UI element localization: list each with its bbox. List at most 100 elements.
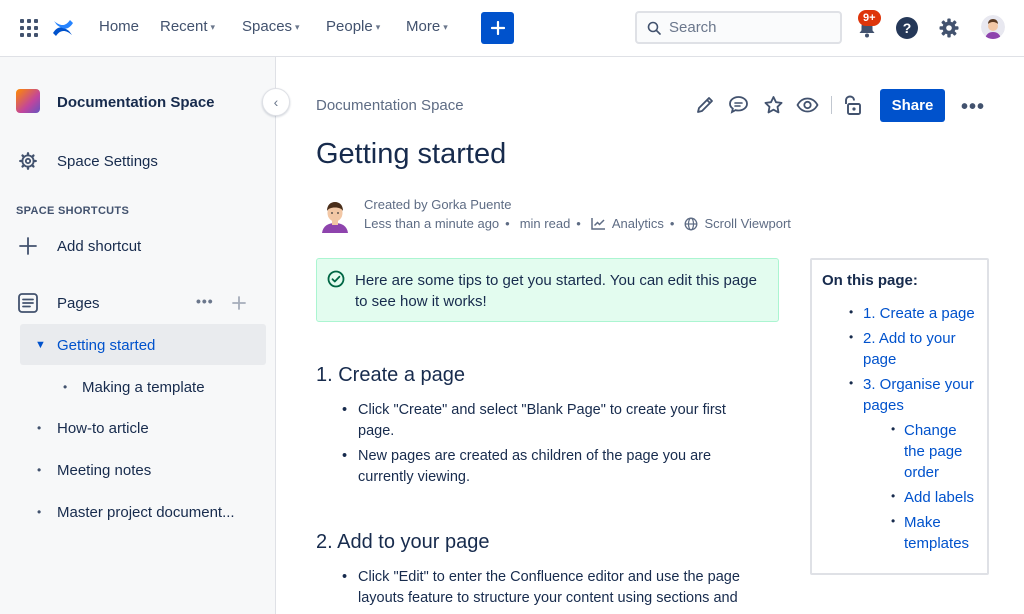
search-input[interactable]: Search [635, 11, 842, 44]
sidebar-item-label: How-to article [57, 419, 149, 437]
toc-link[interactable]: Change the page order [904, 420, 970, 483]
page-meta: Less than a minute ago • min read • Anal… [364, 216, 791, 231]
bullet-icon: • [891, 422, 896, 436]
bullet-icon: • [37, 421, 42, 435]
nav-home[interactable]: Home [99, 18, 139, 35]
chevron-down-icon: ▾ [375, 21, 381, 32]
nav-spaces-label: Spaces [242, 18, 293, 35]
created-by-text: Created by Gorka Puente [364, 197, 512, 212]
page-timestamp: Less than a minute ago [364, 216, 500, 231]
toc-link[interactable]: 2. Add to your page [863, 328, 973, 370]
user-avatar[interactable] [981, 15, 1005, 39]
sidebar-item-master-project-document[interactable]: • Master project document... [0, 501, 276, 523]
sidebar: Documentation Space Space Settings SPACE… [0, 57, 276, 614]
share-button[interactable]: Share [880, 89, 945, 122]
nav-more-label: More [406, 18, 441, 35]
collapse-sidebar-button[interactable]: ‹ [262, 88, 290, 116]
pages-more-actions-icon[interactable]: ••• [196, 293, 214, 309]
tip-panel: Here are some tips to get you started. Y… [316, 258, 779, 322]
globe-icon [685, 217, 698, 230]
nav-recent-label: Recent [160, 18, 208, 35]
chevron-down-icon[interactable]: ▼ [35, 339, 46, 351]
list-item: Click "Create" and select "Blank Page" t… [340, 400, 760, 442]
sidebar-item-meeting-notes[interactable]: • Meeting notes [0, 459, 276, 481]
nav-home-label: Home [99, 18, 140, 35]
confluence-logo-icon[interactable] [51, 16, 75, 40]
bullet-icon: • [37, 505, 42, 519]
nav-recent[interactable]: Recent ▾ [160, 18, 215, 35]
separator-dot: • [505, 216, 510, 231]
sidebar-item-getting-started[interactable]: ▼ Getting started [0, 334, 276, 356]
bullet-icon: • [891, 514, 896, 528]
chevron-down-icon: ▾ [443, 21, 448, 32]
notification-badge: 9+ [858, 10, 881, 26]
toc-link[interactable]: Add labels [904, 487, 984, 508]
add-shortcut-button[interactable]: Add shortcut [0, 235, 276, 257]
bullet-icon: • [849, 376, 854, 390]
more-actions-icon[interactable]: ••• [961, 96, 985, 119]
analytics-chart-icon [591, 218, 605, 230]
nav-more[interactable]: More ▾ [406, 18, 448, 35]
comment-icon[interactable] [728, 95, 749, 115]
toc-title: On this page: [822, 272, 918, 289]
add-page-plus-icon[interactable] [232, 296, 246, 310]
sidebar-item-label: Meeting notes [57, 461, 152, 479]
plus-icon [490, 21, 505, 35]
help-icon[interactable]: ? [896, 17, 918, 39]
toc-link[interactable]: 3. Organise your pages [863, 374, 983, 416]
pages-document-icon [18, 293, 38, 313]
check-circle-icon [327, 270, 345, 288]
edit-pencil-icon[interactable] [695, 95, 715, 115]
space-name[interactable]: Documentation Space [57, 94, 215, 111]
space-shortcuts-heading: SPACE SHORTCUTS [16, 205, 130, 217]
star-icon[interactable] [763, 95, 784, 115]
search-icon [647, 21, 661, 35]
sidebar-item-label: Master project document... [57, 503, 235, 521]
author-avatar[interactable] [320, 199, 350, 233]
page-title: Getting started [316, 138, 507, 170]
separator-dot: • [576, 216, 581, 231]
bullet-icon: • [849, 330, 854, 344]
create-button[interactable] [481, 12, 514, 44]
toolbar-divider [831, 96, 832, 114]
breadcrumb[interactable]: Documentation Space [316, 97, 464, 114]
list-item: New pages are created as children of the… [340, 446, 760, 488]
search-placeholder: Search [669, 19, 717, 36]
chevron-left-icon: ‹ [273, 94, 279, 110]
sidebar-item-label: Add shortcut [57, 237, 142, 255]
top-navigation: Home Recent ▾ Spaces ▾ People ▾ More ▾ Searc… [0, 0, 1024, 57]
unlock-restrictions-icon[interactable] [843, 94, 863, 116]
chevron-down-icon: ▾ [295, 21, 300, 32]
plus-icon [19, 237, 37, 255]
bullet-icon: • [891, 489, 896, 503]
settings-gear-icon [19, 152, 37, 170]
section-list: Click "Edit" to enter the Confluence edi… [340, 567, 760, 613]
nav-spaces[interactable]: Spaces ▾ [242, 18, 300, 35]
space-logo-icon[interactable] [16, 89, 40, 113]
toc-link[interactable]: 1. Create a page [863, 303, 983, 324]
settings-gear-icon[interactable] [938, 17, 960, 39]
sidebar-item-how-to-article[interactable]: • How-to article [0, 417, 276, 439]
list-item: Click "Edit" to enter the Confluence edi… [340, 567, 760, 609]
watch-eye-icon[interactable] [796, 96, 819, 114]
section-heading: 2. Add to your page [316, 531, 490, 553]
sidebar-item-making-a-template[interactable]: • Making a template [0, 376, 276, 398]
read-time: min read [519, 216, 571, 231]
chevron-down-icon: ▾ [210, 21, 216, 32]
sidebar-item-label: Pages [57, 294, 100, 312]
scroll-viewport-link[interactable]: Scroll Viewport [704, 216, 790, 231]
app-switcher-icon[interactable] [20, 19, 38, 37]
nav-people-label: People [326, 18, 373, 35]
sidebar-item-space-settings[interactable]: Space Settings [0, 150, 276, 172]
table-of-contents: On this page: • 1. Create a page • 2. Ad… [810, 258, 989, 575]
section-list: Click "Create" and select "Blank Page" t… [340, 400, 760, 492]
bullet-icon: • [849, 305, 854, 319]
analytics-link[interactable]: Analytics [612, 216, 664, 231]
tip-text: Here are some tips to get you started. Y… [355, 272, 757, 310]
sidebar-item-label: Getting started [57, 336, 156, 354]
separator-dot: • [669, 216, 675, 231]
sidebar-item-pages[interactable]: Pages ••• [0, 292, 276, 314]
bullet-icon: • [37, 463, 42, 477]
nav-people[interactable]: People ▾ [326, 18, 380, 35]
toc-link[interactable]: Make templates [904, 512, 980, 554]
